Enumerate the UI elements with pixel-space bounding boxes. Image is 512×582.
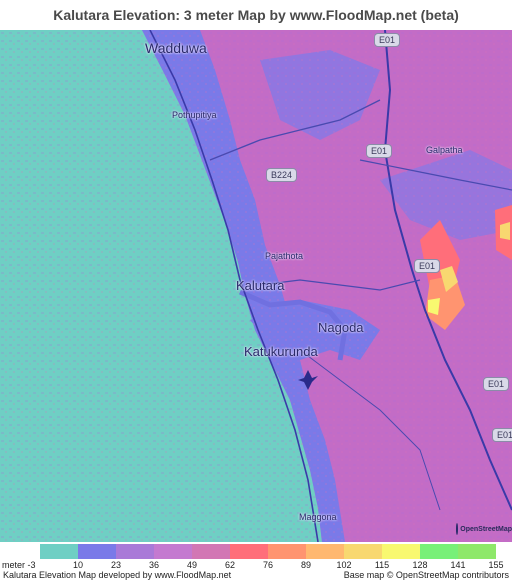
- place-maggona[interactable]: Maggona: [299, 512, 337, 522]
- legend-tick-label: 89: [300, 560, 312, 570]
- legend-tick-label: 76: [262, 560, 274, 570]
- place-pothupitiya[interactable]: Pothupitiya: [172, 110, 217, 120]
- legend-swatch: [420, 544, 458, 559]
- high-ground-5: [500, 222, 510, 240]
- place-wadduwa[interactable]: Wadduwa: [145, 40, 207, 56]
- legend-swatch: [192, 544, 230, 559]
- legend-tick-label: 62: [224, 560, 236, 570]
- footer-credit[interactable]: Kalutara Elevation Map developed by www.…: [3, 570, 231, 580]
- legend-swatch: [154, 544, 192, 559]
- legend-color-scale: [40, 544, 496, 559]
- road-shield-b224: B224: [266, 168, 298, 182]
- legend-tick-label: 128: [412, 560, 428, 570]
- road-shield-e01: E01: [374, 33, 401, 47]
- legend-swatch: [458, 544, 496, 559]
- place-kalutara[interactable]: Kalutara: [236, 278, 284, 293]
- road-shield-e01: E01: [366, 144, 393, 158]
- title-bar: Kalutara Elevation: 3 meter Map by www.F…: [0, 0, 512, 30]
- road-shield-e01: E01: [492, 428, 512, 442]
- legend-tick-label: 36: [148, 560, 160, 570]
- road-shield-e01: E01: [483, 377, 510, 391]
- legend-tick-label: meter -3: [2, 560, 36, 570]
- legend-swatch: [230, 544, 268, 559]
- legend-swatch: [40, 544, 78, 559]
- high-ground-6: [428, 298, 440, 315]
- legend-swatch: [78, 544, 116, 559]
- elevation-legend: meter -3 10 23 36 49 62 76 89 102 115 128 141 155: [0, 542, 512, 570]
- place-nagoda[interactable]: Nagoda: [318, 320, 364, 335]
- legend-swatch: [344, 544, 382, 559]
- footer: Kalutara Elevation Map developed by www.…: [0, 570, 512, 582]
- legend-tick-label: 155: [488, 560, 504, 570]
- legend-tick-label: 115: [374, 560, 390, 570]
- elevation-map[interactable]: Wadduwa Pothupitiya Galpatha Pajathota K…: [0, 30, 512, 542]
- openstreetmap-logo[interactable]: OpenStreetMap: [452, 516, 512, 542]
- place-pajathota[interactable]: Pajathota: [265, 251, 303, 261]
- legend-tick-label: 23: [110, 560, 122, 570]
- legend-ticks: meter -3 10 23 36 49 62 76 89 102 115 128 141 155: [0, 560, 512, 570]
- legend-tick-label: 141: [450, 560, 466, 570]
- legend-swatch: [382, 544, 420, 559]
- place-katukurunda[interactable]: Katukurunda: [244, 344, 318, 359]
- legend-tick-label: 102: [336, 560, 352, 570]
- legend-tick-label: 49: [186, 560, 198, 570]
- footer-attribution[interactable]: Base map © OpenStreetMap contributors: [344, 570, 509, 580]
- legend-swatch: [268, 544, 306, 559]
- legend-swatch: [306, 544, 344, 559]
- map-title: Kalutara Elevation: 3 meter Map by www.F…: [53, 7, 459, 23]
- road-shield-e01: E01: [414, 259, 441, 273]
- place-galpatha[interactable]: Galpatha: [426, 145, 463, 155]
- legend-swatch: [116, 544, 154, 559]
- legend-tick-label: 10: [72, 560, 84, 570]
- magnifier-icon: [456, 523, 459, 535]
